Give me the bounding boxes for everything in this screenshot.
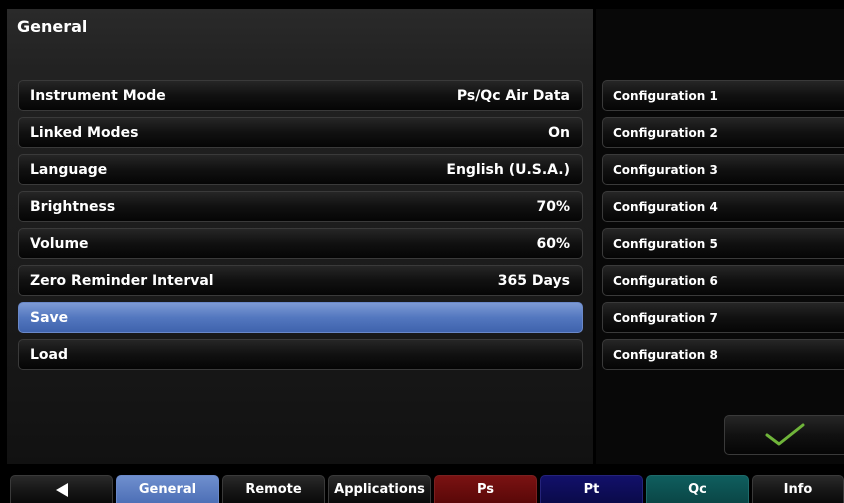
- configuration-panel: Configuration 1 Configuration 2 Configur…: [596, 9, 844, 464]
- setting-volume[interactable]: Volume 60%: [18, 228, 583, 259]
- setting-zero-reminder-interval[interactable]: Zero Reminder Interval 365 Days: [18, 265, 583, 296]
- general-panel: General Instrument Mode Ps/Qc Air Data L…: [7, 9, 593, 464]
- setting-label: Zero Reminder Interval: [30, 272, 214, 289]
- panel-title: General: [17, 17, 88, 36]
- setting-save[interactable]: Save: [18, 302, 583, 333]
- configuration-5-button[interactable]: Configuration 5: [602, 228, 844, 259]
- configuration-6-button[interactable]: Configuration 6: [602, 265, 844, 296]
- setting-value: 70%: [536, 198, 570, 215]
- setting-value: 60%: [536, 235, 570, 252]
- configuration-7-button[interactable]: Configuration 7: [602, 302, 844, 333]
- setting-label: Volume: [30, 235, 89, 252]
- tab-ps[interactable]: Ps: [434, 475, 537, 503]
- confirm-button[interactable]: [724, 415, 844, 455]
- setting-brightness[interactable]: Brightness 70%: [18, 191, 583, 222]
- back-arrow-icon: [55, 482, 68, 497]
- tab-applications[interactable]: Applications: [328, 475, 431, 503]
- back-button[interactable]: [10, 475, 113, 503]
- checkmark-icon: [765, 423, 804, 446]
- setting-label: Load: [30, 346, 69, 363]
- setting-label: Save: [30, 309, 69, 326]
- configuration-3-button[interactable]: Configuration 3: [602, 154, 844, 185]
- setting-label: Instrument Mode: [30, 87, 166, 104]
- setting-value: On: [548, 124, 570, 141]
- tab-remote[interactable]: Remote: [222, 475, 325, 503]
- setting-linked-modes[interactable]: Linked Modes On: [18, 117, 583, 148]
- tab-info[interactable]: Info: [752, 475, 844, 503]
- setting-label: Linked Modes: [30, 124, 139, 141]
- setting-value: 365 Days: [497, 272, 570, 289]
- setting-instrument-mode[interactable]: Instrument Mode Ps/Qc Air Data: [18, 80, 583, 111]
- tab-qc[interactable]: Qc: [646, 475, 749, 503]
- tab-pt[interactable]: Pt: [540, 475, 643, 503]
- configuration-1-button[interactable]: Configuration 1: [602, 80, 844, 111]
- configuration-8-button[interactable]: Configuration 8: [602, 339, 844, 370]
- configuration-2-button[interactable]: Configuration 2: [602, 117, 844, 148]
- setting-value: English (U.S.A.): [446, 161, 570, 178]
- setting-label: Brightness: [30, 198, 116, 215]
- setting-load[interactable]: Load: [18, 339, 583, 370]
- setting-label: Language: [30, 161, 108, 178]
- setting-value: Ps/Qc Air Data: [456, 87, 570, 104]
- bottom-tab-bar: General Remote Applications Ps Pt Qc Inf…: [0, 475, 844, 503]
- setting-language[interactable]: Language English (U.S.A.): [18, 154, 583, 185]
- tab-general[interactable]: General: [116, 475, 219, 503]
- configuration-4-button[interactable]: Configuration 4: [602, 191, 844, 222]
